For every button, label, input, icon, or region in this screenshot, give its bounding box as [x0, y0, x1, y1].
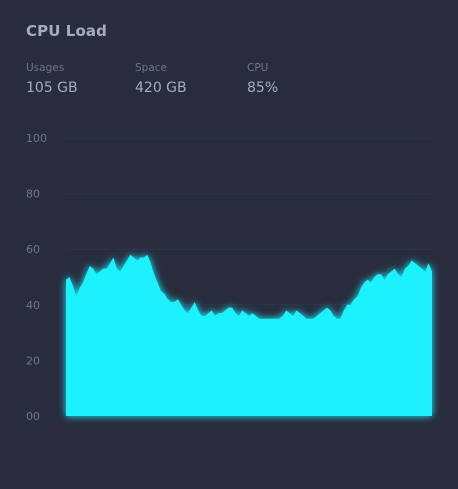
y-axis: 00 20 40 60 80 100 — [26, 132, 47, 423]
y-tick-label: 00 — [26, 410, 40, 423]
cpu-load-widget: CPU Load Usages 105 GB Space 420 GB CPU … — [0, 0, 458, 489]
y-tick-label: 100 — [26, 132, 47, 145]
plot-area — [66, 254, 432, 416]
y-tick-label: 80 — [26, 188, 40, 201]
y-tick-label: 60 — [26, 243, 40, 256]
y-tick-label: 40 — [26, 299, 40, 312]
y-tick-label: 20 — [26, 354, 40, 367]
cpu-load-chart: 00 20 40 60 80 100 — [26, 132, 432, 423]
cpu-load-area — [66, 254, 432, 416]
